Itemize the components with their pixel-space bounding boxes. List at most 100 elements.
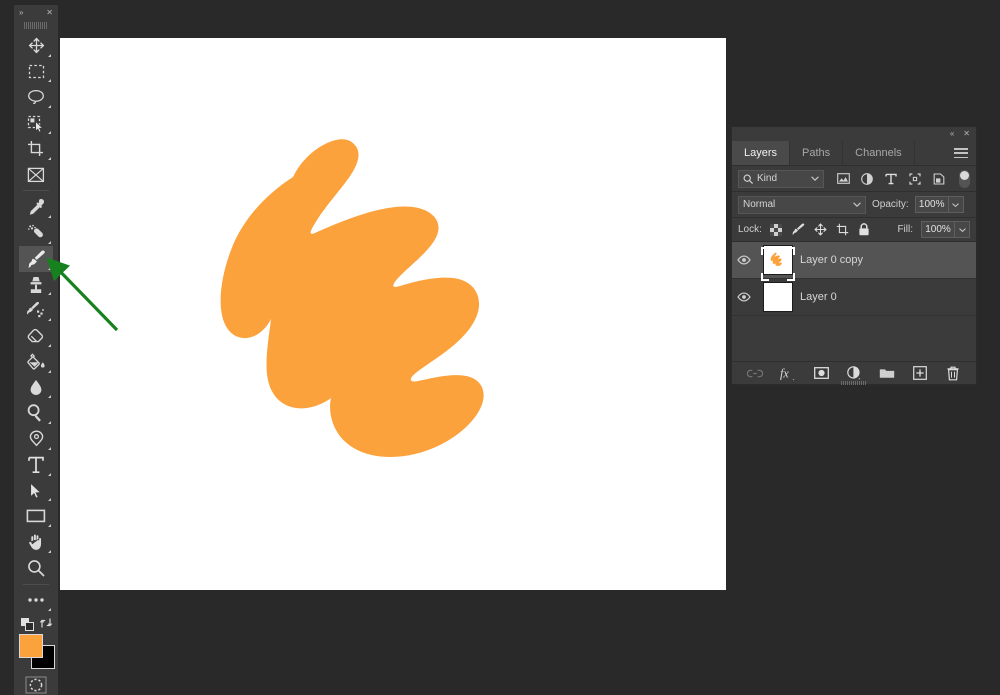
- fill-label: Fill:: [897, 224, 913, 235]
- clone-stamp-flyout-indicator: [48, 292, 51, 296]
- eraser-flyout-indicator: [48, 343, 51, 347]
- path-selection-tool[interactable]: [19, 478, 53, 504]
- tools-panel: » ✕: [14, 5, 58, 695]
- folder-icon[interactable]: [879, 365, 895, 381]
- panel-close-icon[interactable]: ✕: [963, 130, 970, 138]
- blend-mode-select[interactable]: Normal: [738, 195, 866, 214]
- filter-kind-label: Kind: [757, 173, 778, 184]
- hand-tool[interactable]: [19, 529, 53, 555]
- artboard-icon[interactable]: [836, 223, 849, 236]
- blur-tool[interactable]: [19, 375, 53, 401]
- lasso-tool[interactable]: [19, 84, 53, 110]
- eye-icon: [737, 255, 751, 265]
- toolbar-divider-2: [23, 583, 49, 585]
- table-row[interactable]: Layer 0: [732, 279, 976, 316]
- layers-panel: « ✕ Layers Paths Channels Kind Normal Op…: [731, 126, 977, 385]
- blur-flyout-indicator: [48, 395, 51, 399]
- tab-channels[interactable]: Channels: [843, 141, 915, 165]
- chevron-down-icon: [958, 227, 966, 232]
- toolbar-collapse-icon[interactable]: »: [19, 8, 23, 17]
- dodge-tool[interactable]: [19, 400, 53, 426]
- brush-tool-flyout-indicator: [48, 266, 51, 270]
- adjustment-layers-icon[interactable]: [860, 172, 874, 186]
- gradient-tool[interactable]: [19, 349, 53, 375]
- layer-thumbnail-cell[interactable]: [756, 245, 800, 281]
- shape-layers-icon[interactable]: [908, 172, 922, 186]
- tab-paths[interactable]: Paths: [790, 141, 844, 165]
- document-canvas[interactable]: [60, 38, 726, 590]
- toolbar-header: » ✕: [14, 5, 58, 20]
- fill-input[interactable]: 100%: [921, 221, 955, 238]
- fill-stepper[interactable]: [955, 221, 970, 238]
- rectangular-marquee-tool[interactable]: [19, 59, 53, 85]
- foreground-color-swatch[interactable]: [19, 633, 43, 658]
- eyedropper-tool[interactable]: [19, 194, 53, 220]
- layer-list: Layer 0 copy Layer 0: [732, 242, 976, 361]
- quick-mask-button[interactable]: [24, 676, 48, 695]
- blend-mode-value: Normal: [743, 199, 776, 210]
- type-layers-icon[interactable]: [884, 172, 898, 186]
- frame-tool[interactable]: [19, 162, 53, 188]
- layer-thumbnail-cell[interactable]: [756, 282, 800, 312]
- crop-tool[interactable]: [19, 136, 53, 162]
- swap-colors-icon[interactable]: [40, 617, 52, 629]
- clone-stamp-tool[interactable]: [19, 272, 53, 298]
- panel-resize-grip[interactable]: [841, 381, 867, 385]
- fx-icon[interactable]: fx: [780, 365, 796, 381]
- layer-name: Layer 0: [800, 291, 837, 303]
- lock-icon[interactable]: [858, 223, 871, 236]
- checkerboard-icon[interactable]: [770, 223, 783, 236]
- link-icon[interactable]: [747, 365, 763, 381]
- brush-icon[interactable]: [792, 223, 805, 236]
- type-tool[interactable]: [19, 452, 53, 478]
- chevron-down-icon: [952, 202, 960, 207]
- toolbar-close-icon[interactable]: ✕: [46, 8, 53, 17]
- brush-tool[interactable]: [19, 245, 53, 272]
- hand-flyout-indicator: [48, 549, 51, 553]
- toolbar-drag-handle[interactable]: [24, 22, 48, 29]
- trash-icon[interactable]: [945, 365, 961, 381]
- smart-object-icon[interactable]: [932, 172, 946, 186]
- filter-kind-select[interactable]: Kind: [738, 169, 824, 188]
- panel-menu-icon[interactable]: [954, 148, 968, 158]
- panel-collapse-icon[interactable]: «: [950, 130, 954, 138]
- object-selection-tool[interactable]: [19, 110, 53, 136]
- opacity-stepper[interactable]: [948, 196, 964, 213]
- object-selection-flyout-indicator: [48, 130, 51, 134]
- spot-healing-brush-tool[interactable]: [19, 220, 53, 246]
- pixel-layers-icon[interactable]: [836, 172, 850, 186]
- history-brush-flyout-indicator: [48, 318, 51, 322]
- layer-visibility-toggle[interactable]: [732, 255, 756, 265]
- move-tool[interactable]: [19, 33, 53, 59]
- move-arrows-icon[interactable]: [814, 223, 827, 236]
- rectangle-tool[interactable]: [19, 503, 53, 529]
- new-layer-icon[interactable]: [912, 365, 928, 381]
- tab-layers[interactable]: Layers: [732, 141, 791, 165]
- layer-visibility-toggle[interactable]: [732, 292, 756, 302]
- table-row[interactable]: Layer 0 copy: [732, 242, 976, 281]
- edit-toolbar-tool[interactable]: [19, 588, 53, 614]
- mask-icon[interactable]: [813, 365, 829, 381]
- chevron-down-icon: [853, 202, 861, 207]
- photoshop-workspace: » ✕ « ✕ Layers Paths Channels Kind Norma…: [0, 0, 1000, 695]
- search-icon: [743, 174, 753, 184]
- opacity-input[interactable]: 100%: [914, 196, 949, 213]
- zoom-tool[interactable]: [19, 555, 53, 581]
- layers-panel-footer: fx: [732, 361, 976, 385]
- marquee-tool-flyout-indicator: [48, 79, 51, 83]
- filter-enable-toggle[interactable]: [959, 169, 970, 188]
- history-brush-tool[interactable]: [19, 297, 53, 323]
- filter-type-icons: [836, 172, 946, 186]
- default-colors-icon[interactable]: [21, 618, 34, 632]
- adjustment-icon[interactable]: [846, 365, 862, 381]
- type-flyout-indicator: [48, 472, 51, 476]
- blend-mode-row: Normal Opacity: 100%: [732, 192, 976, 218]
- lasso-tool-flyout-indicator: [48, 105, 51, 109]
- chevron-down-icon: [811, 176, 819, 181]
- panel-tabstrip: Layers Paths Channels: [732, 141, 976, 166]
- opacity-label: Opacity:: [872, 199, 909, 210]
- eraser-tool[interactable]: [19, 323, 53, 349]
- gradient-flyout-indicator: [48, 369, 51, 373]
- color-swatches: [17, 633, 55, 669]
- pen-tool[interactable]: [19, 426, 53, 452]
